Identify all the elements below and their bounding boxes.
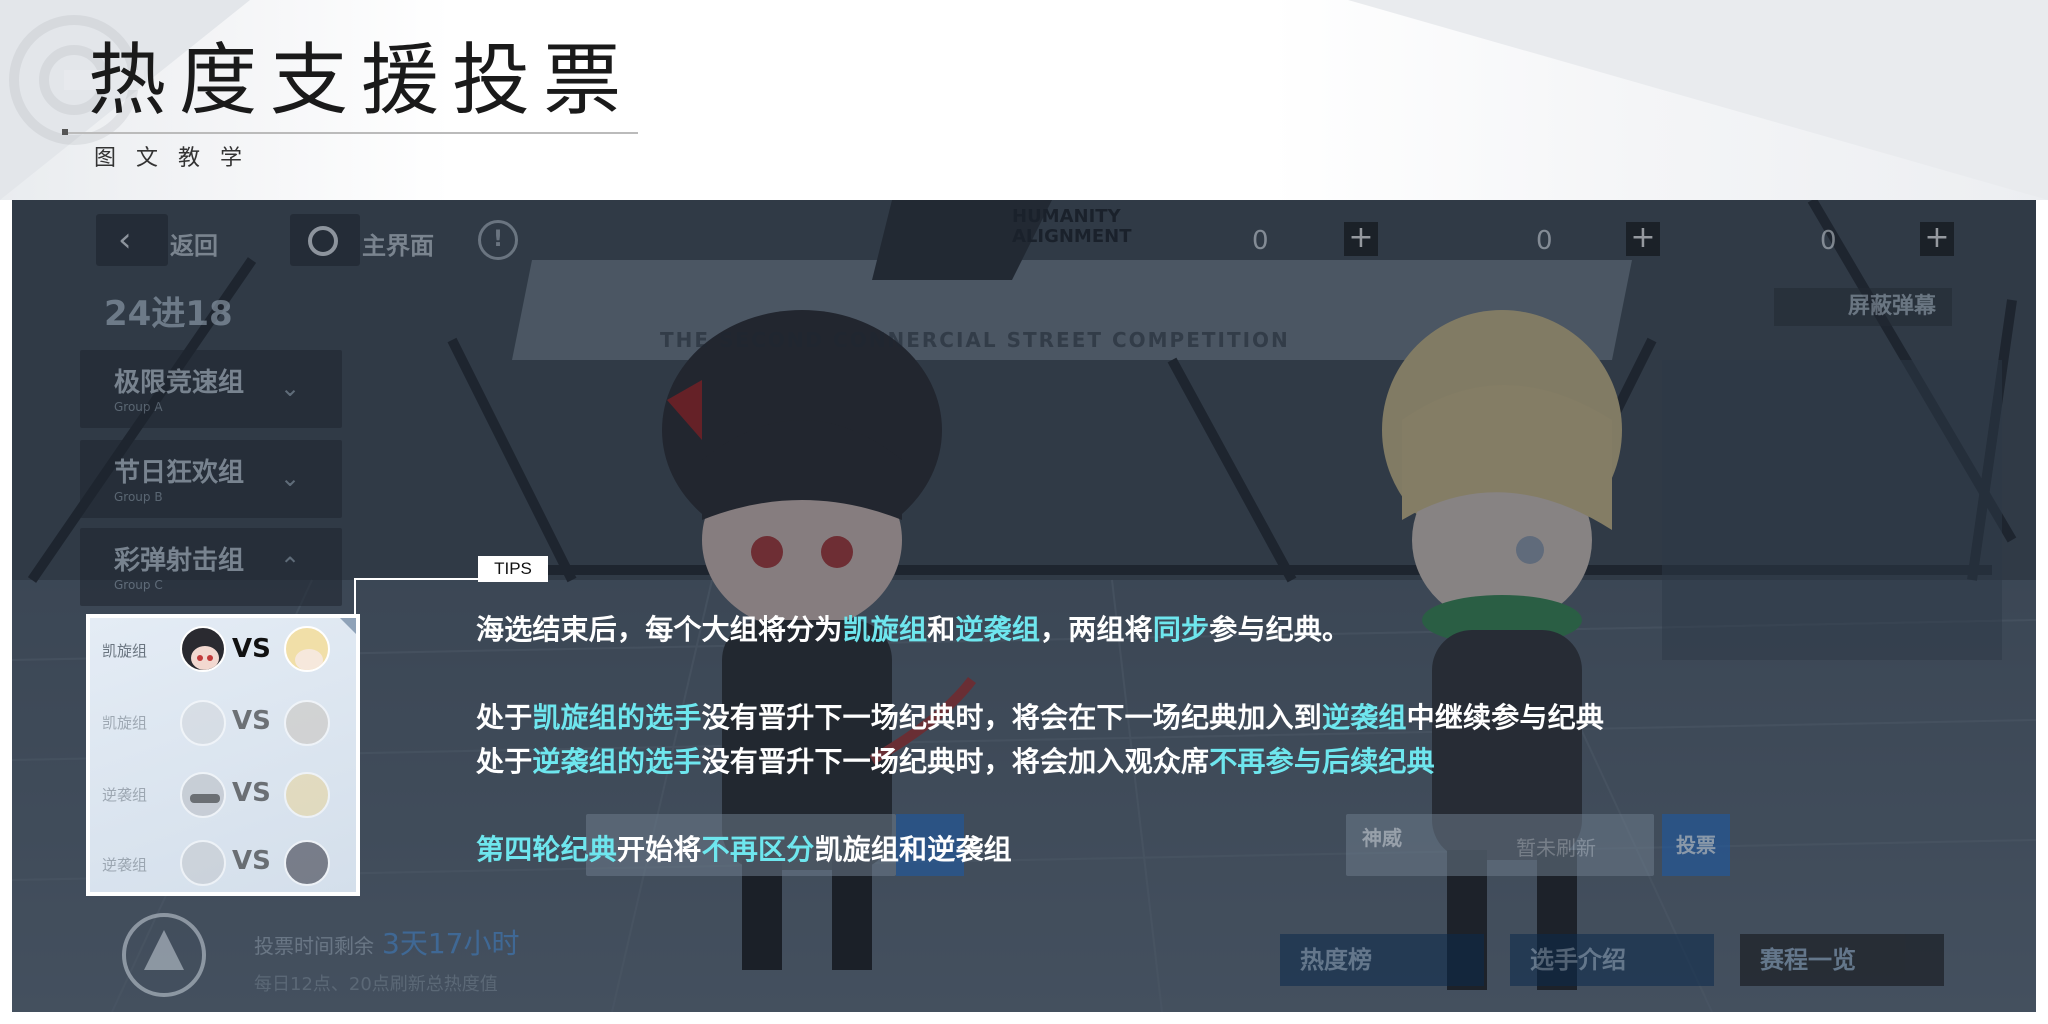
tips-connector-vertical [354,578,356,618]
match-row[interactable]: 逆袭组 VS [90,832,356,896]
schedule-button[interactable]: 赛程一览 [1740,934,1944,986]
mute-danmaku-button[interactable]: 屏蔽弹幕 [1774,288,1952,326]
back-button[interactable]: ‹ [96,214,168,266]
player-avatar-right [284,626,330,672]
tip-highlight: 不再区分 [701,833,815,866]
tip-line-1: 海选结束后，每个大组将分为凯旋组和逆袭组，两组将同步参与纪典。 [476,608,1350,648]
tips-tag: TIPS [478,556,548,582]
player-avatar-left [180,626,226,672]
add-ticket-2-button[interactable]: + [1626,222,1660,256]
match-group-label: 逆袭组 [102,786,148,804]
game-screenshot: HUMANITY ALIGNMENT [12,200,2036,1012]
stage-title: 24进18 [104,294,233,334]
tip-text: 参与纪典。 [1209,613,1351,646]
page-subtitle: 图文教学 [94,146,263,171]
tip-text: 没有晋升下一场纪典时，将会在下一场纪典加入到 [701,701,1323,734]
tip-highlight: 逆袭组的选手 [532,745,702,778]
tip-highlight: 同步 [1152,613,1210,646]
info-circle-icon[interactable]: ! [478,220,518,260]
vote-button-right[interactable]: 投票 [1662,814,1730,876]
tip-text: 和 [927,613,956,646]
chevron-left-icon: ‹ [118,220,132,260]
player-avatar-left [180,700,226,746]
back-label: 返回 [170,232,218,260]
tip-highlight: 逆袭组 [1322,701,1407,734]
match-row[interactable]: 凯旋组 VS [90,688,356,760]
page: 热度支援投票 图文教学 ‹ 返回 主界面 ! 0 + 0 + 0 + 24进18… [0,0,2048,1024]
chevron-down-icon: ⌄ [280,464,301,492]
timer-value: 3天17小时 [382,927,520,960]
ticket-counter-1: 0 [1252,226,1269,256]
player-intro-button[interactable]: 选手介绍 [1510,934,1714,986]
home-button[interactable] [290,214,360,266]
title-underline-marker [62,129,68,135]
add-ticket-3-button[interactable]: + [1920,222,1954,256]
tips-connector-horizontal [354,578,478,580]
timer-label: 投票时间剩余 [254,934,374,958]
ticket-counter-3: 0 [1820,226,1837,256]
match-group-label: 逆袭组 [102,856,148,874]
tip-highlight: 凯旋组 [842,613,928,646]
tip-highlight: 第四轮纪典 [476,833,618,866]
group-sub: Group B [114,490,163,504]
versus-label: VS [232,778,271,808]
match-row[interactable]: 凯旋组 VS [90,618,356,688]
tip-line-2: 处于凯旋组的选手没有晋升下一场纪典时，将会在下一场纪典加入到逆袭组中继续参与纪典 [476,696,1604,736]
tip-text: 处于 [476,701,533,734]
ticket-counter-2: 0 [1536,226,1553,256]
tip-text: 开始将 [617,833,702,866]
player-avatar-right [284,840,330,886]
group-a-tab[interactable]: 极限竞速组 Group A ⌄ [80,350,342,428]
player-name: 神威 [1362,826,1402,850]
versus-label: VS [232,706,271,736]
timer-note: 每日12点、20点刷新总热度值 [254,974,498,995]
tip-line-3: 处于逆袭组的选手没有晋升下一场纪典时，将会加入观众席不再参与后续纪典 [476,740,1435,780]
corner-mark-icon [340,618,356,634]
group-c-tab[interactable]: 彩弹射击组 Group C ⌃ [80,528,342,606]
home-label: 主界面 [362,232,434,260]
refresh-status: 暂未刷新 [1516,836,1596,860]
hot-ranking-button[interactable]: 热度榜 [1280,934,1484,986]
match-list-card: 凯旋组 VS 凯旋组 VS 逆袭组 VS 逆袭组 VS [86,614,360,896]
match-group-label: 凯旋组 [102,714,148,732]
group-b-tab[interactable]: 节日狂欢组 Group B ⌄ [80,440,342,518]
group-name: 彩弹射击组 [114,546,245,576]
header-decoration-right [1348,0,2048,200]
chevron-up-icon: ⌃ [280,552,301,580]
tournament-emblem-icon [122,913,206,997]
group-name: 节日狂欢组 [114,458,245,488]
player-avatar-left [180,840,226,886]
tip-text: ，两组将 [1040,613,1153,646]
add-ticket-1-button[interactable]: + [1344,222,1378,256]
tip-text: 凯旋组和逆袭组 [814,833,1012,866]
tip-line-4: 第四轮纪典开始将不再区分凯旋组和逆袭组 [476,828,1012,868]
page-title: 热度支援投票 [88,36,635,126]
vote-panel-right: 神威 暂未刷新 [1346,814,1654,876]
chevron-down-icon: ⌄ [280,374,301,402]
player-avatar-right [284,700,330,746]
tip-text: 海选结束后，每个大组将分为 [476,613,843,646]
tip-highlight: 凯旋组的选手 [532,701,702,734]
tip-text: 没有晋升下一场纪典时，将会加入观众席 [701,745,1210,778]
tip-text: 中继续参与纪典 [1406,701,1605,734]
player-avatar-right [284,772,330,818]
tip-highlight: 不再参与后续纪典 [1209,745,1435,778]
group-name: 极限竞速组 [114,368,245,398]
group-sub: Group C [114,578,163,592]
versus-label: VS [232,846,271,876]
match-group-label: 凯旋组 [102,642,148,660]
tip-highlight: 逆袭组 [955,613,1041,646]
versus-label: VS [232,634,271,664]
title-underline [64,132,638,134]
tip-text: 处于 [476,745,533,778]
group-sub: Group A [114,400,163,414]
home-circle-icon [308,226,338,256]
arena-banner-text: THE SECOND CONNERCIAL STREET COMPETITION [660,328,1290,352]
match-row[interactable]: 逆袭组 VS [90,760,356,832]
player-avatar-left [180,772,226,818]
